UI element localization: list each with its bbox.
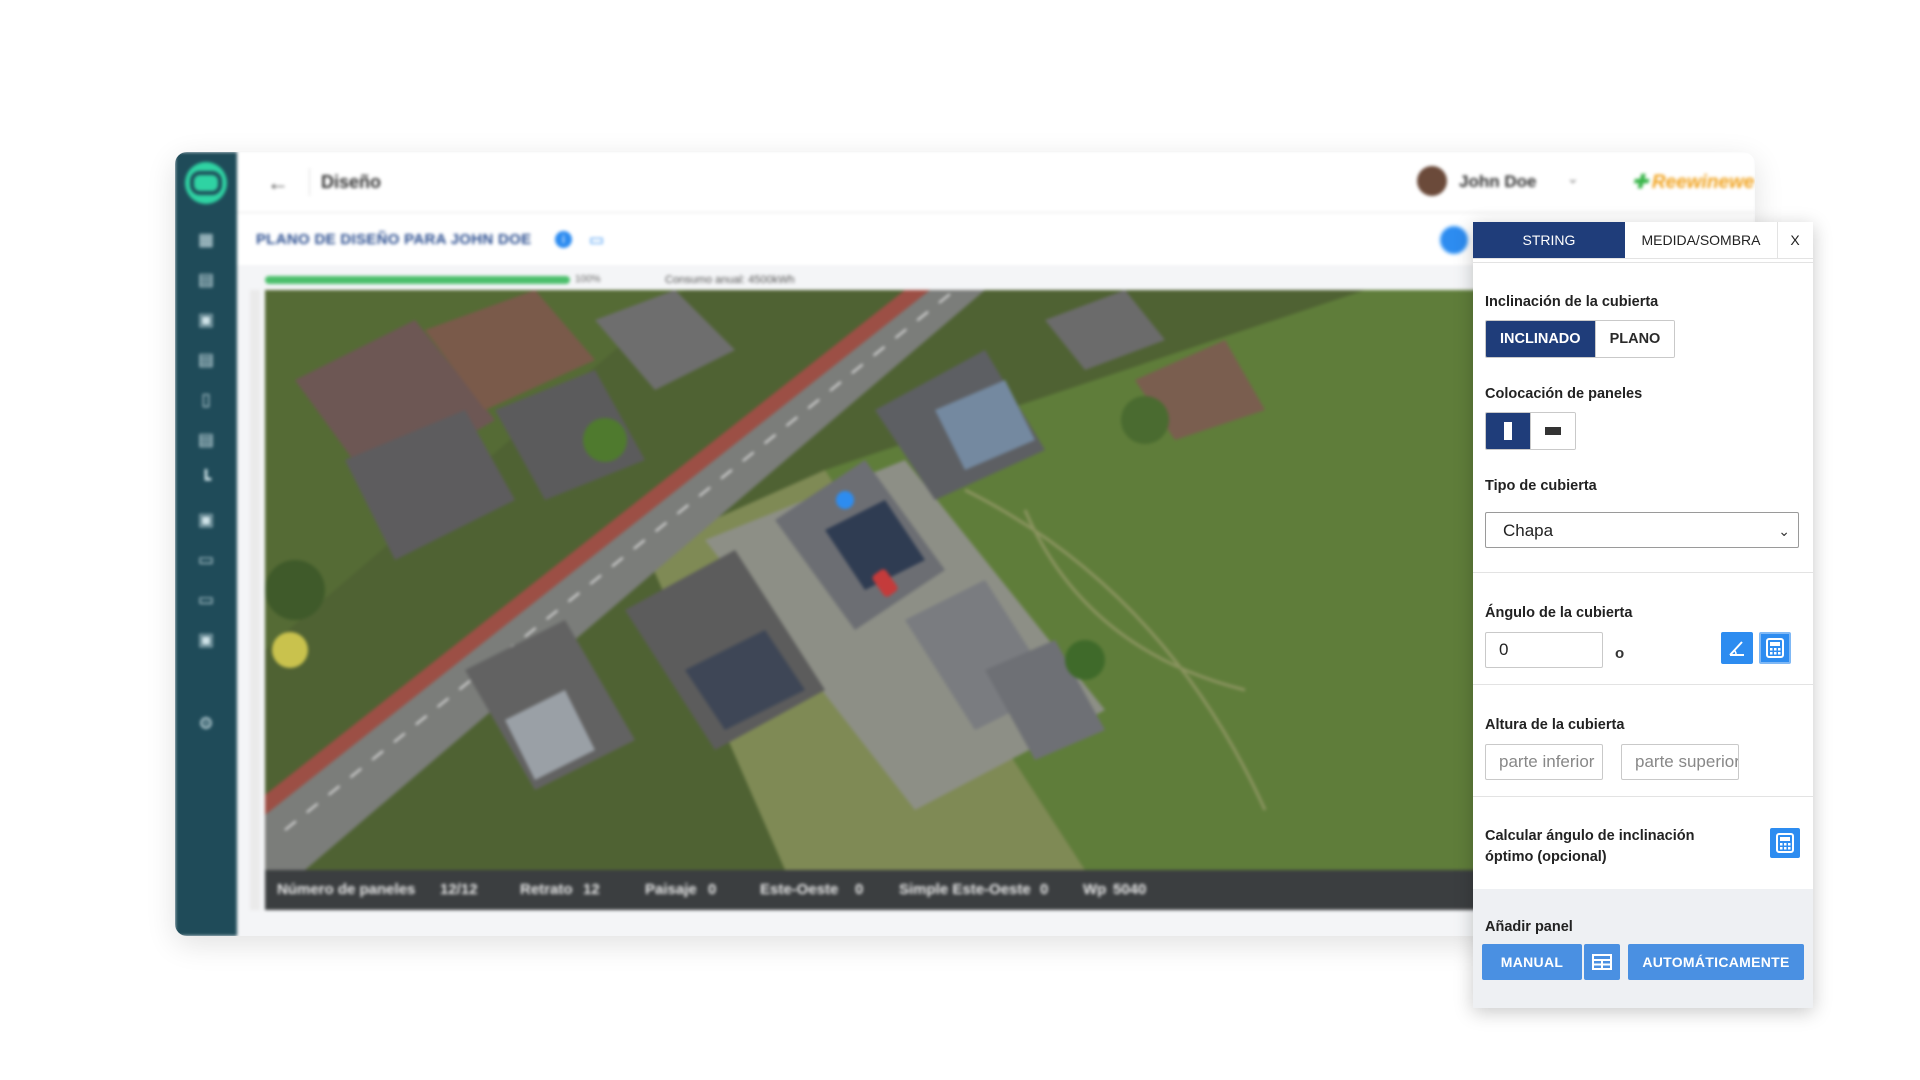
- status-retrato-value: 12: [583, 881, 600, 898]
- landscape-panel-icon: [1545, 427, 1561, 435]
- dashboard-icon[interactable]: ▦: [196, 230, 216, 250]
- plan-title: PLANO DE DISEÑO PARA JOHN DOE: [256, 231, 532, 248]
- tipo-cubierta-value: Chapa: [1503, 521, 1554, 540]
- calculator-icon: [1766, 638, 1784, 658]
- status-wp-value: 5040: [1113, 881, 1147, 898]
- inclinacion-label: Inclinación de la cubierta: [1485, 294, 1659, 310]
- automatic-button[interactable]: AUTOMÁTICAMENTE: [1628, 944, 1804, 980]
- optimal-angle-calculator-button[interactable]: [1770, 828, 1800, 858]
- calendar-icon[interactable]: ▤: [196, 270, 216, 290]
- close-button[interactable]: X: [1777, 222, 1813, 258]
- brand-logo: ✚ Reewinewe: [1632, 172, 1755, 193]
- angle-tool-button[interactable]: [1721, 632, 1753, 664]
- design-settings-panel: STRING MEDIDA/SOMBRA X Inclinación de la…: [1473, 222, 1813, 1008]
- clipboard-icon[interactable]: ▯: [196, 390, 216, 410]
- back-arrow-icon[interactable]: ←: [267, 170, 289, 196]
- message-icon[interactable]: ▭: [196, 550, 216, 570]
- plano-button[interactable]: PLANO: [1594, 321, 1675, 357]
- vertical-scrollbar[interactable]: [250, 290, 260, 910]
- altura-superior-input[interactable]: parte superior: [1621, 744, 1739, 780]
- colocacion-toggle: [1485, 412, 1576, 450]
- progress-percent: 100%: [575, 274, 601, 285]
- status-paisaje-label: Paisaje: [645, 881, 697, 898]
- divider: [1473, 262, 1813, 263]
- divider: [1473, 684, 1813, 685]
- page-title: Diseño: [321, 172, 382, 192]
- tab-medida-sombra[interactable]: MEDIDA/SOMBRA: [1625, 222, 1778, 258]
- tipo-cubierta-select[interactable]: Chapa ⌄: [1485, 512, 1799, 548]
- divider: [309, 168, 310, 196]
- tab-string[interactable]: STRING: [1473, 222, 1625, 258]
- portrait-panel-icon: [1504, 422, 1512, 440]
- anadir-panel-label: Añadir panel: [1485, 919, 1573, 935]
- tipo-cubierta-label: Tipo de cubierta: [1485, 478, 1597, 494]
- calendar-check-icon[interactable]: ▣: [196, 310, 216, 330]
- status-retrato-label: Retrato: [520, 881, 573, 898]
- angulo-unit: o: [1615, 645, 1625, 662]
- calculator-button[interactable]: [1759, 632, 1791, 664]
- angle-icon: [1729, 641, 1744, 656]
- gear-icon[interactable]: ⚙: [196, 714, 216, 734]
- status-este-oeste-label: Este-Oeste: [760, 881, 839, 898]
- calculator-icon: [1776, 833, 1794, 853]
- status-simple-label: Simple Este-Oeste: [899, 881, 1031, 898]
- calendar-edit-icon[interactable]: ▤: [196, 350, 216, 370]
- user-name[interactable]: John Doe: [1459, 172, 1536, 192]
- document-icon[interactable]: ▤: [196, 430, 216, 450]
- status-paneles-value: 12/12: [440, 881, 478, 898]
- annual-consumption: Consumo anual: 4500kWh: [665, 274, 795, 286]
- screen-icon[interactable]: ▭: [589, 230, 604, 250]
- portrait-orientation-button[interactable]: [1486, 413, 1530, 449]
- contact-card-icon[interactable]: ▣: [196, 630, 216, 650]
- inclinacion-toggle: INCLINADO PLANO: [1485, 320, 1676, 358]
- progress-bar: [265, 276, 570, 284]
- colocacion-label: Colocación de paneles: [1485, 386, 1643, 402]
- avatar[interactable]: [1417, 166, 1447, 196]
- grid-layout-button[interactable]: [1584, 944, 1620, 980]
- angulo-input[interactable]: 0: [1485, 632, 1603, 668]
- chevron-down-icon: ⌄: [1778, 523, 1790, 539]
- altura-label: Altura de la cubierta: [1485, 717, 1625, 733]
- status-este-oeste-value: 0: [855, 881, 864, 898]
- status-paneles-label: Número de paneles: [277, 881, 416, 898]
- calcular-label: Calcular ángulo de inclinación óptimo (o…: [1485, 828, 1695, 865]
- video-icon[interactable]: ▭: [196, 590, 216, 610]
- landscape-orientation-button[interactable]: [1530, 413, 1575, 449]
- inclinado-button[interactable]: INCLINADO: [1486, 321, 1595, 357]
- camera-icon[interactable]: ▣: [196, 510, 216, 530]
- divider: [1473, 796, 1813, 797]
- sidebar: ▦ ▤ ▣ ▤ ▯ ▤ ┗ ▣ ▭ ▭ ▣ ⚙: [175, 152, 237, 936]
- chevron-down-icon[interactable]: ⌄: [1567, 170, 1579, 187]
- app-logo[interactable]: [185, 162, 227, 204]
- toggle-icon[interactable]: [1439, 225, 1469, 255]
- divider: [1473, 572, 1813, 573]
- altura-inferior-input[interactable]: parte inferior: [1485, 744, 1603, 780]
- angulo-label: Ángulo de la cubierta: [1485, 605, 1633, 621]
- status-wp-label: Wp: [1083, 881, 1107, 898]
- status-simple-value: 0: [1040, 881, 1049, 898]
- manual-button[interactable]: MANUAL: [1482, 944, 1582, 980]
- grid-icon: [1592, 954, 1612, 970]
- panel-tabs: STRING MEDIDA/SOMBRA X: [1473, 222, 1813, 259]
- chart-icon[interactable]: ┗: [196, 470, 216, 490]
- consumption-progress: 100% Consumo anual: 4500kWh: [265, 272, 1665, 290]
- status-paisaje-value: 0: [708, 881, 717, 898]
- info-icon[interactable]: i: [555, 231, 572, 248]
- top-bar: ← Diseño John Doe ⌄ ✚ Reewinewe: [237, 152, 1755, 213]
